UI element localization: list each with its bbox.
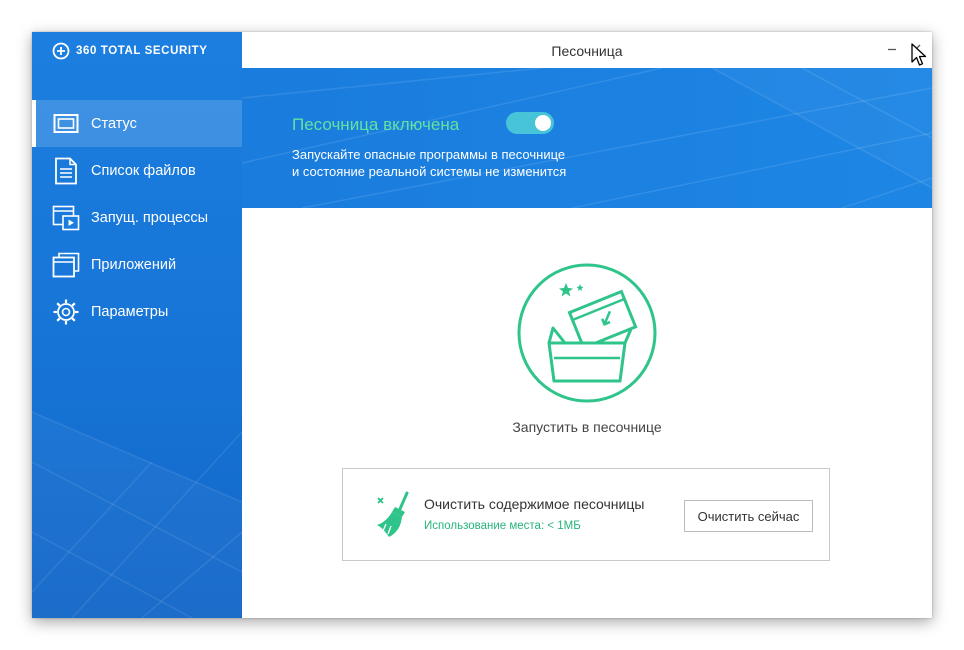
sidebar-item-file-list[interactable]: Список файлов (32, 147, 242, 194)
mouse-cursor-icon (911, 43, 927, 66)
logo-plus-icon (52, 42, 70, 60)
sidebar-item-label: Статус (91, 115, 137, 132)
run-in-sandbox-label[interactable]: Запустить в песочнице (462, 419, 712, 435)
sidebar-item-applications[interactable]: Приложений (32, 241, 242, 288)
sandbox-description: Запускайте опасные программы в песочнице… (292, 146, 566, 180)
sidebar-item-label: Список файлов (91, 162, 196, 179)
clean-sandbox-title: Очистить содержимое песочницы (424, 496, 645, 512)
description-line: и состояние реальной системы не изменитс… (292, 164, 567, 179)
space-usage-text: Использование места: < 1МБ (424, 520, 581, 532)
sidebar-item-processes[interactable]: Запущ. процессы (32, 194, 242, 241)
title-bar: Песочница (242, 32, 932, 68)
gear-icon (51, 297, 81, 327)
applications-icon (51, 250, 81, 280)
window-title: Песочница (551, 43, 623, 59)
monitor-icon (51, 109, 81, 139)
logo-text: 360 TOTAL SECURITY (76, 45, 208, 57)
run-in-sandbox-icon[interactable] (517, 263, 657, 403)
description-line: Запускайте опасные программы в песочнице (292, 147, 566, 162)
sandbox-window: 360 TOTAL SECURITY Статус Список файлов … (32, 32, 932, 618)
app-logo: 360 TOTAL SECURITY (52, 40, 208, 62)
broom-icon (377, 491, 409, 537)
sidebar-item-label: Запущ. процессы (91, 209, 209, 226)
minimize-button[interactable] (883, 40, 901, 58)
sidebar-item-label: Параметры (91, 303, 169, 320)
processes-icon (51, 203, 81, 233)
sidebar-item-label: Приложений (91, 256, 177, 273)
sandbox-toggle[interactable] (506, 112, 554, 134)
sidebar-item-settings[interactable]: Параметры (32, 288, 242, 335)
status-banner: Песочница включена Запускайте опасные пр… (242, 68, 932, 208)
banner-background-pattern (242, 68, 932, 208)
clean-sandbox-panel: Очистить содержимое песочницы Использова… (342, 468, 830, 561)
sidebar-item-status[interactable]: Статус (32, 100, 242, 147)
clean-now-button[interactable]: Очистить сейчас (684, 500, 813, 532)
file-list-icon (51, 156, 81, 186)
toggle-knob (535, 115, 551, 131)
sidebar-nav: Статус Список файлов Запущ. процессы При… (32, 100, 242, 335)
sidebar: 360 TOTAL SECURITY Статус Список файлов … (32, 32, 242, 618)
sandbox-status-title: Песочница включена (292, 115, 460, 134)
